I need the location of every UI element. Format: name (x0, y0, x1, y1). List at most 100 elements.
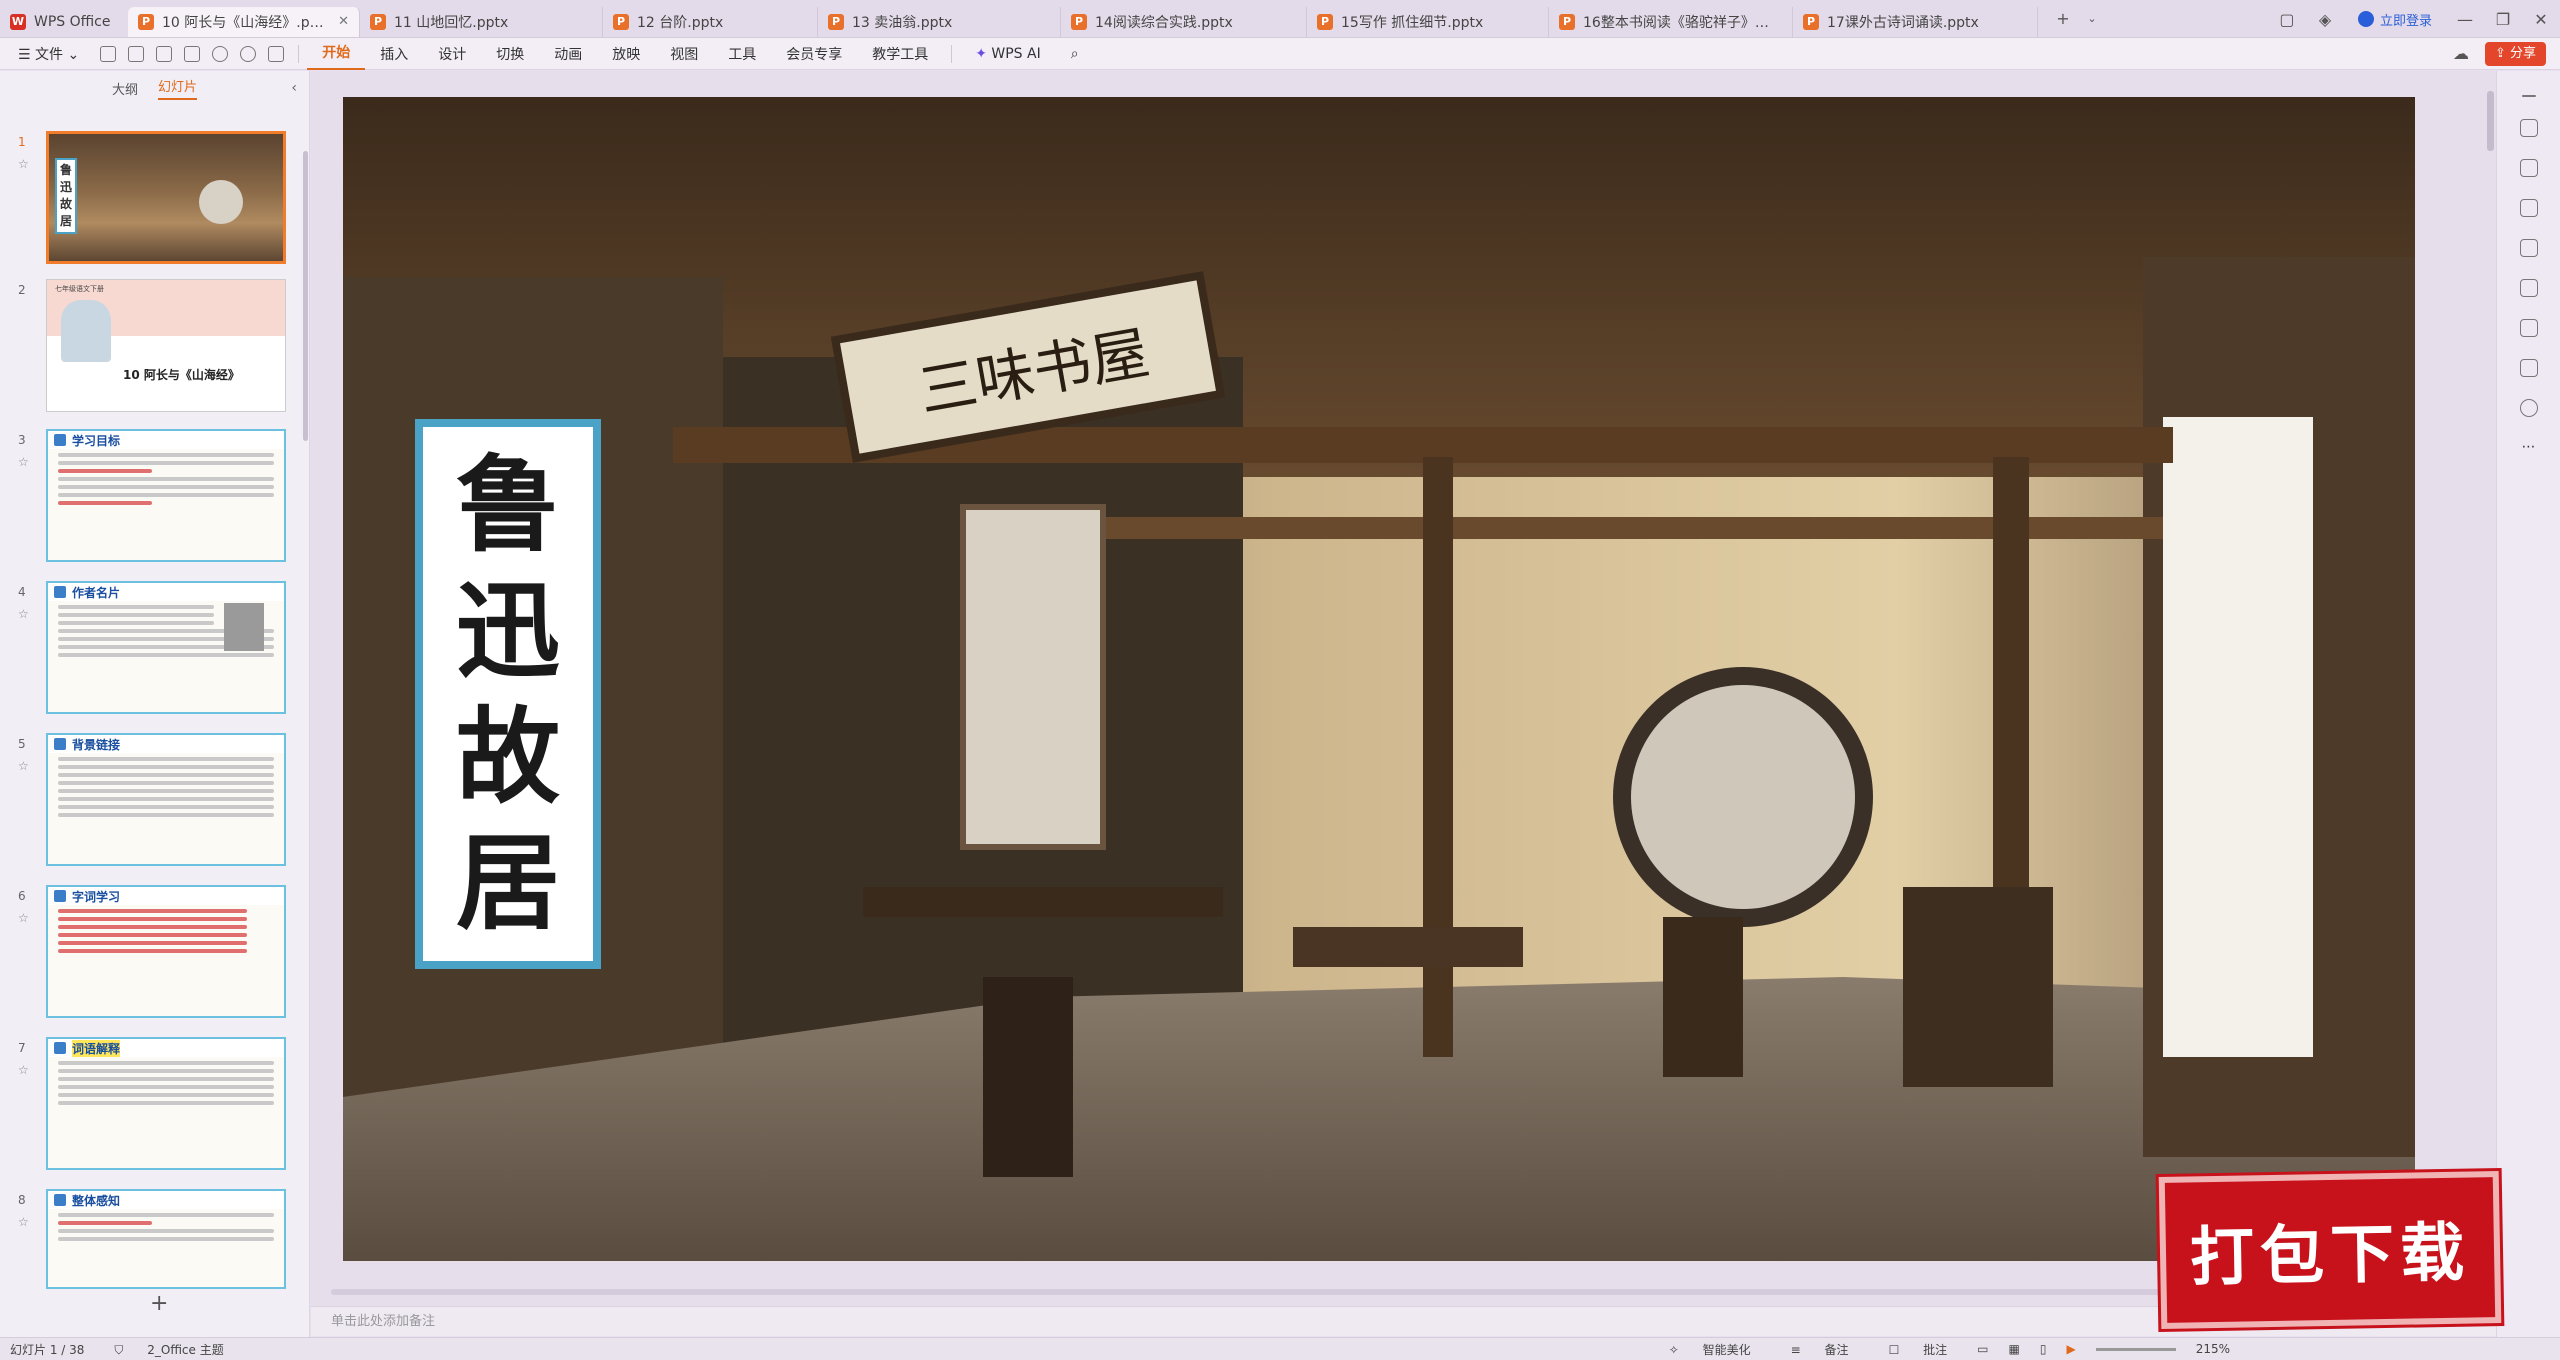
tab-label: 17课外古诗词诵读.pptx (1827, 14, 1979, 31)
notes-button[interactable]: ≡ 备注 (1781, 1341, 1859, 1358)
zoom-level[interactable]: 215% (2196, 1342, 2230, 1356)
copy-icon[interactable] (2519, 199, 2538, 217)
wps-ai-button[interactable]: ✦ WPS AI (960, 46, 1056, 62)
menu-member[interactable]: 会员专享 (771, 44, 857, 64)
grid-view-icon[interactable]: ▦ (2009, 1342, 2020, 1356)
tab-outline[interactable]: 大纲 (112, 79, 138, 98)
menu-design[interactable]: 设计 (423, 44, 481, 64)
preview-icon[interactable] (184, 45, 201, 62)
download-badge[interactable]: 打包下载 (2158, 1171, 2502, 1329)
zoom-slider[interactable] (2095, 1347, 2176, 1351)
file-menu[interactable]: ☰ 文件 ⌄ (0, 44, 94, 64)
beautify-button[interactable]: ✧ 智能美化 (1659, 1341, 1761, 1358)
chevron-left-icon[interactable]: ‹ (291, 80, 297, 96)
slide-1[interactable]: 三味书屋 鲁 迅 故 居 (343, 97, 2415, 1261)
restore-icon[interactable]: ❐ (2484, 10, 2522, 29)
window-controls: ▢ ◈ 立即登录 — ❐ ✕ (2268, 0, 2560, 38)
help-icon[interactable] (2519, 399, 2538, 417)
menu-tools[interactable]: 工具 (713, 44, 771, 64)
slide-thumbnail-2[interactable]: 七年级语文下册 10 阿长与《山海经》 (46, 279, 286, 412)
app-home-tab[interactable]: W WPS Office (0, 7, 128, 37)
star-icon[interactable]: ☆ (18, 911, 29, 925)
thumbnail-head: 背景链接 (48, 735, 284, 753)
text-line (58, 1237, 274, 1241)
share-button[interactable]: ⇪ 分享 (2484, 42, 2546, 66)
star-icon[interactable]: ☆ (18, 1063, 29, 1077)
menu-home[interactable]: 开始 (307, 38, 366, 70)
menu-insert[interactable]: 插入 (365, 44, 423, 64)
collapse-icon[interactable] (2521, 95, 2536, 97)
text-line (58, 925, 247, 929)
slide-thumbnail-4[interactable]: 作者名片 (46, 581, 286, 714)
chart-icon[interactable] (2519, 359, 2538, 377)
slide-thumbnail-3[interactable]: 学习目标 (46, 429, 286, 562)
magic-icon[interactable] (2519, 279, 2538, 297)
document-tab-5[interactable]: P 14阅读综合实践.pptx (1061, 6, 1307, 37)
cloud-icon[interactable]: ☁ (2442, 44, 2480, 63)
divider (298, 44, 300, 63)
document-tab-2[interactable]: P 11 山地回忆.pptx (360, 6, 603, 37)
document-tab-8[interactable]: P 17课外古诗词诵读.pptx (1793, 6, 2038, 37)
slide-number: 7 (18, 1041, 26, 1055)
star-icon[interactable] (2519, 159, 2538, 177)
menu-slideshow[interactable]: 放映 (597, 44, 655, 64)
slide-thumbnail-6[interactable]: 字词学习 (46, 885, 286, 1018)
title-char: 居 (455, 821, 560, 944)
print-icon[interactable] (156, 45, 173, 62)
undo-icon[interactable] (212, 45, 229, 62)
horizontal-scrollbar[interactable] (331, 1289, 2181, 1295)
menu-view[interactable]: 视图 (655, 44, 713, 64)
search-icon[interactable]: ⌕ (1056, 46, 1094, 62)
text-line (58, 1221, 153, 1225)
menu-teaching-tools[interactable]: 教学工具 (857, 44, 943, 64)
star-icon[interactable]: ☆ (18, 1215, 29, 1229)
document-tab-1[interactable]: P 10 阿长与《山海经》.pptx ✕ (128, 6, 360, 37)
comment-button[interactable]: ☐ 批注 (1879, 1341, 1958, 1358)
star-icon[interactable]: ☆ (18, 759, 29, 773)
reading-view-icon[interactable]: ▯ (2040, 1342, 2047, 1356)
format-painter-icon[interactable] (268, 45, 285, 62)
menu-animation[interactable]: 动画 (539, 44, 597, 64)
slide-position: 幻灯片 1 / 38 (10, 1342, 85, 1357)
vertical-scrollbar[interactable] (2487, 91, 2494, 151)
book-icon[interactable] (2519, 319, 2538, 337)
avatar-icon (2357, 11, 2374, 27)
minimize-icon[interactable]: — (2446, 10, 2484, 29)
add-slide-icon[interactable]: + (150, 1291, 168, 1316)
settings-icon[interactable] (2519, 119, 2538, 137)
theme-name[interactable]: ⛉ 2_Office 主题 (104, 1341, 233, 1358)
slide-thumbnail-7[interactable]: 词语解释 (46, 1037, 286, 1170)
chevron-down-icon[interactable]: ⌄ (2082, 12, 2102, 25)
star-icon[interactable]: ☆ (18, 157, 29, 171)
pptx-file-icon: P (613, 13, 629, 30)
tab-label: 15写作 抓住细节.pptx (1341, 14, 1484, 31)
more-icon[interactable]: ⋯ (2520, 439, 2538, 457)
document-tab-3[interactable]: P 12 台阶.pptx (603, 6, 818, 37)
document-tab-4[interactable]: P 13 卖油翁.pptx (818, 6, 1061, 37)
close-window-icon[interactable]: ✕ (2522, 10, 2560, 29)
play-icon[interactable]: ▶ (2066, 1342, 2075, 1356)
redo-icon[interactable] (240, 45, 257, 62)
cube-icon[interactable]: ◈ (2306, 10, 2344, 29)
slide-thumbnail-5[interactable]: 背景链接 (46, 733, 286, 866)
save-icon[interactable] (100, 45, 117, 62)
document-tab-7[interactable]: P 16整本书阅读《骆驼祥子》圈点、批... (1549, 6, 1793, 37)
new-tab-icon[interactable]: + (2044, 9, 2082, 28)
layout-icon[interactable]: ▢ (2268, 10, 2306, 29)
text-line (58, 909, 247, 913)
normal-view-icon[interactable]: ▭ (1977, 1342, 1988, 1356)
login-button[interactable]: 立即登录 (2357, 10, 2432, 29)
close-icon[interactable]: ✕ (330, 14, 349, 29)
slide-thumbnail-1[interactable]: 鲁迅故居 (46, 131, 286, 264)
star-icon[interactable]: ☆ (18, 455, 29, 469)
image-icon[interactable] (2519, 239, 2538, 257)
slide-thumbnail-8[interactable]: 整体感知 (46, 1189, 286, 1289)
text-line (58, 917, 247, 921)
document-tab-6[interactable]: P 15写作 抓住细节.pptx (1307, 6, 1549, 37)
slide-title-box[interactable]: 鲁 迅 故 居 (415, 419, 601, 969)
tab-slides[interactable]: 幻灯片 (158, 76, 198, 100)
star-icon[interactable]: ☆ (18, 607, 29, 621)
thumbnail-scrollbar[interactable] (303, 151, 308, 441)
export-icon[interactable] (128, 45, 145, 62)
menu-transition[interactable]: 切换 (481, 44, 539, 64)
